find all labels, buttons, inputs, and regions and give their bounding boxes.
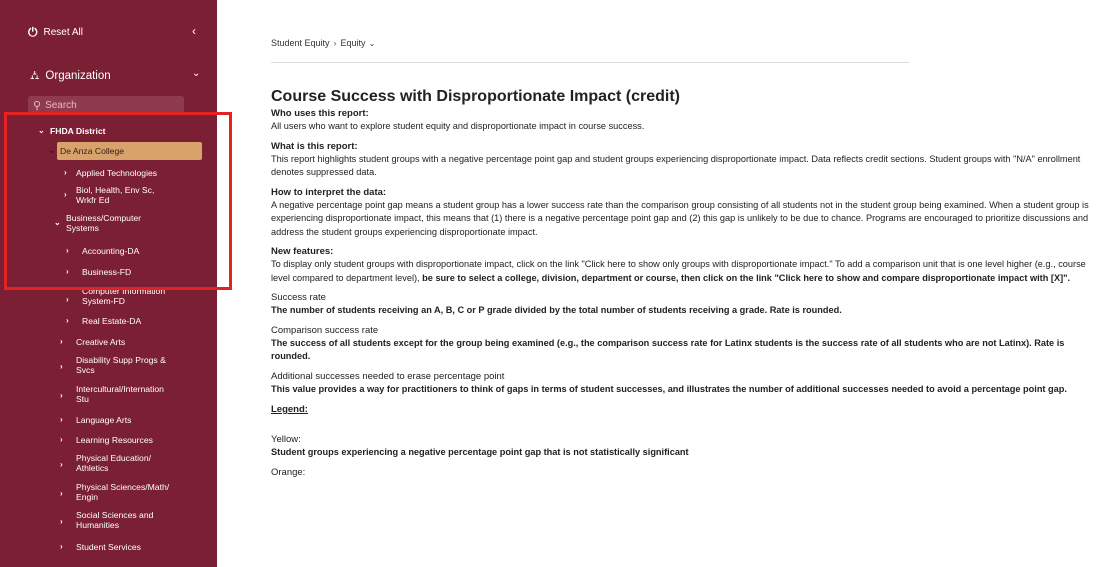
new-features-text-b: be sure to select a college, division, d…: [422, 272, 1071, 283]
legend-heading: Legend:: [271, 404, 308, 415]
new-features-heading: New features:: [271, 246, 334, 257]
chevron-down-icon: ⌄: [38, 126, 45, 135]
breadcrumb-parent[interactable]: Student Equity: [271, 38, 330, 48]
tree-node-biol-health[interactable]: › Biol, Health, Env Sc, Wrkfr Ed: [64, 185, 154, 205]
success-rate-text: The number of students receiving an A, B…: [271, 305, 842, 315]
chevron-right-icon: ›: [60, 460, 63, 469]
tree-node-creative-arts[interactable]: › Creative Arts: [60, 337, 125, 347]
tree-node-learning-resources[interactable]: › Learning Resources: [60, 435, 153, 445]
tree-node-fhda-district[interactable]: ⌄ FHDA District: [38, 126, 106, 136]
org-chart-icon: ⛼: [30, 68, 40, 82]
power-icon: ⏻: [28, 24, 38, 39]
success-rate-heading: Success rate: [271, 292, 326, 303]
what-heading: What is this report:: [271, 140, 358, 152]
organization-label: Organization: [45, 70, 111, 82]
tree-node-real-estate-da[interactable]: › Real Estate-DA: [66, 316, 141, 326]
breadcrumb-current[interactable]: Equity: [341, 38, 366, 48]
chevron-right-icon: ›: [60, 517, 63, 526]
chevron-right-icon: ›: [60, 337, 63, 346]
reset-all-label: Reset All: [43, 26, 83, 38]
breadcrumb: Student Equity › Equity ⌄: [271, 38, 375, 48]
tree-node-business-fd[interactable]: › Business-FD: [66, 267, 131, 277]
who-heading: Who uses this report:: [271, 108, 369, 119]
tree-node-physical-education-athletics[interactable]: › Physical Education/Athletics: [60, 453, 151, 473]
yellow-text: Student groups experiencing a negative p…: [271, 447, 689, 457]
chevron-right-icon: ›: [66, 267, 69, 276]
chevron-right-icon: ›: [66, 295, 69, 304]
how-heading: How to interpret the data:: [271, 186, 387, 198]
search-icon: ⚲: [33, 100, 42, 112]
tree-node-computer-information-system-fd[interactable]: › Computer Information System-FD: [66, 286, 165, 306]
chevron-down-icon[interactable]: ⌄: [192, 68, 200, 79]
sidebar: ⏻ Reset All ‹ ⛼ Organization ⌄ ⚲ ⌄ FHDA …: [0, 0, 217, 567]
chevron-right-icon: ›: [60, 435, 63, 444]
tree-node-physical-sciences-math-engin[interactable]: › Physical Sciences/Math/Engin: [60, 482, 169, 502]
comparison-rate-heading: Comparison success rate: [271, 324, 379, 336]
new-features-text: To display only student groups with disp…: [271, 258, 1106, 285]
main-content: Student Equity › Equity ⌄ Course Success…: [217, 0, 1116, 567]
yellow-heading: Yellow:: [271, 434, 301, 445]
organization-toggle[interactable]: ⛼ Organization: [30, 67, 210, 85]
breadcrumb-separator-icon: ›: [333, 38, 337, 48]
chevron-right-icon: ›: [64, 190, 67, 199]
tree-node-intercultural-international-stu[interactable]: › Intercultural/Internation Stu: [60, 384, 164, 404]
search-box: ⚲: [28, 96, 184, 115]
tree-node-de-anza-college[interactable]: ⌄ De Anza College: [48, 146, 124, 156]
collapse-sidebar-icon[interactable]: ‹: [192, 24, 196, 38]
chevron-right-icon: ›: [60, 391, 63, 400]
tree-node-accounting-da[interactable]: › Accounting-DA: [66, 246, 139, 256]
how-text: A negative percentage point gap means a …: [271, 199, 1089, 237]
comparison-rate-text: The success of all students except for t…: [271, 337, 1065, 362]
tree-node-social-sciences-humanities[interactable]: › Social Sciences and Humanities: [60, 510, 153, 530]
chevron-down-icon[interactable]: ⌄: [369, 39, 376, 48]
chevron-right-icon: ›: [60, 489, 63, 498]
divider: [271, 62, 909, 63]
tree-node-applied-technologies[interactable]: › Applied Technologies: [64, 168, 157, 178]
reset-all-button[interactable]: ⏻ Reset All: [28, 24, 208, 40]
chevron-right-icon: ›: [66, 316, 69, 325]
orange-heading: Orange:: [271, 466, 306, 478]
chevron-right-icon: ›: [66, 246, 69, 255]
tree-node-disability-supp-progs[interactable]: › Disability Supp Progs & Svcs: [60, 355, 166, 375]
additional-successes-text: This value provides a way for practition…: [271, 383, 1067, 394]
tree-node-language-arts[interactable]: › Language Arts: [60, 415, 131, 425]
chevron-right-icon: ›: [60, 362, 63, 371]
report-description: Course Success with Disproportionate Imp…: [271, 88, 1106, 479]
what-text: This report highlights student groups wi…: [271, 153, 1081, 178]
chevron-right-icon: ›: [60, 415, 63, 424]
tree-node-student-services[interactable]: › Student Services: [60, 542, 141, 552]
page-title: Course Success with Disproportionate Imp…: [271, 88, 680, 105]
chevron-right-icon: ›: [60, 542, 63, 551]
chevron-right-icon: ›: [64, 168, 67, 177]
additional-successes-heading: Additional successes needed to erase per…: [271, 370, 505, 382]
chevron-down-icon: ⌄: [54, 218, 61, 227]
who-text: All users who want to explore student eq…: [271, 121, 645, 131]
search-input[interactable]: [45, 100, 176, 111]
chevron-down-icon: ⌄: [48, 146, 55, 155]
tree-node-business-computer-systems[interactable]: ⌄ Business/Computer Systems: [54, 213, 141, 233]
